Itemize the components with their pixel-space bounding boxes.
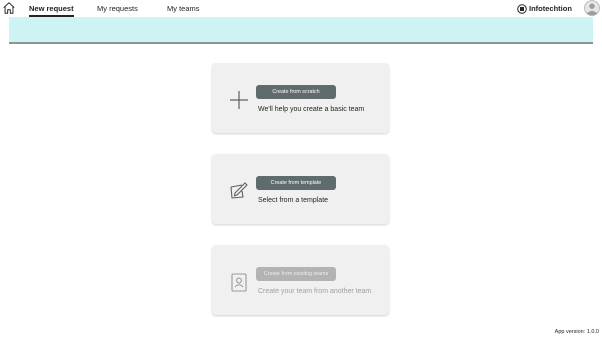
header-banner bbox=[9, 17, 593, 44]
card-create-from-scratch[interactable]: Create from scratch We'll help you creat… bbox=[212, 63, 389, 133]
card-create-from-template[interactable]: Create from template Select from a templ… bbox=[212, 154, 389, 224]
plus-icon bbox=[230, 91, 248, 109]
top-nav: New request My requests My teams Infotec… bbox=[0, 0, 602, 17]
template-edit-icon bbox=[230, 182, 248, 199]
create-from-existing-teams-button: Create from existing teams bbox=[256, 267, 336, 281]
card-description: Select from a template bbox=[258, 197, 329, 204]
tab-my-teams[interactable]: My teams bbox=[167, 0, 200, 17]
brand: Infotechtion bbox=[517, 0, 572, 17]
card-create-from-existing-teams: Create from existing teams Create your t… bbox=[212, 245, 389, 315]
create-from-scratch-button[interactable]: Create from scratch bbox=[256, 85, 336, 99]
card-description: We'll help you create a basic team bbox=[258, 106, 365, 113]
home-icon[interactable] bbox=[2, 1, 16, 15]
infotechtion-logo-icon bbox=[517, 3, 527, 14]
create-from-template-button[interactable]: Create from template bbox=[256, 176, 336, 190]
card-description: Create your team from another team bbox=[258, 288, 372, 295]
tab-new-request[interactable]: New request bbox=[29, 0, 74, 17]
user-avatar-icon[interactable] bbox=[584, 0, 600, 16]
app-version: App version: 1.0.0 bbox=[554, 329, 599, 335]
tab-my-requests[interactable]: My requests bbox=[97, 0, 138, 17]
brand-name: Infotechtion bbox=[529, 4, 572, 13]
contact-book-icon bbox=[231, 273, 247, 292]
